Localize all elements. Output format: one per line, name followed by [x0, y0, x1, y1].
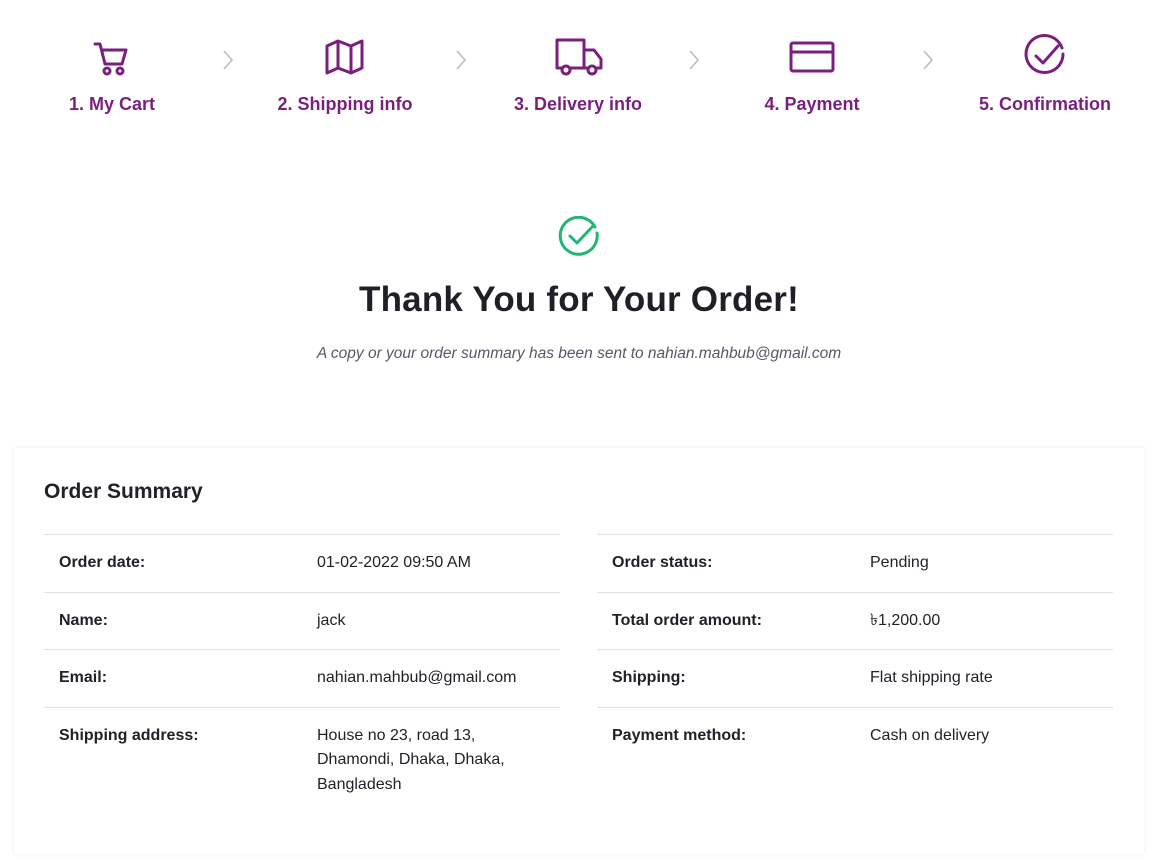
field-value: 01-02-2022 09:50 AM [302, 534, 560, 592]
order-summary-title: Order Summary [44, 480, 203, 503]
check-circle-icon [1024, 34, 1065, 74]
cart-icon [93, 42, 128, 76]
field-label: Order date: [44, 534, 302, 592]
table-row: Shipping address: House no 23, road 13, … [44, 706, 560, 813]
table-row: Payment method: Cash on delivery [597, 706, 1113, 764]
chevron-right-icon [223, 50, 234, 70]
checkout-steps: 1. My Cart 2. Shipping info 3. Delivery … [0, 34, 1158, 124]
field-label: Email: [44, 649, 302, 707]
table-row: Order status: Pending [597, 534, 1113, 592]
field-label: Shipping address: [44, 706, 302, 813]
order-summary-table-right: Order status: Pending Total order amount… [597, 534, 1113, 764]
check-circle-icon [558, 216, 599, 256]
address-line: Bangladesh [317, 775, 402, 793]
credit-card-icon [789, 41, 835, 73]
confirmation-subtitle: A copy or your order summary has been se… [316, 345, 842, 362]
step-label: 2. Shipping info [277, 94, 413, 114]
field-label: Shipping: [597, 649, 855, 707]
step-label: 3. Delivery info [513, 94, 643, 114]
step-payment[interactable]: 4. Payment [722, 34, 902, 115]
step-shipping-info[interactable]: 2. Shipping info [255, 34, 435, 115]
field-label: Total order amount: [597, 591, 855, 650]
order-summary-card: Order Summary Order date: 01-02-2022 09:… [14, 448, 1144, 854]
chevron-right-icon [456, 50, 467, 70]
address-line: House no 23, road 13, [317, 726, 476, 744]
step-my-cart[interactable]: 1. My Cart [22, 34, 202, 115]
map-icon [325, 39, 364, 75]
field-value: ৳1,200.00 [855, 591, 1113, 650]
table-row: Total order amount: ৳1,200.00 [597, 591, 1113, 650]
field-label: Name: [44, 591, 302, 650]
step-label: 5. Confirmation [978, 94, 1111, 114]
field-value: jack [302, 591, 560, 650]
table-row: Name: jack [44, 591, 560, 650]
field-label: Order status: [597, 534, 855, 592]
address-line: Dhamondi, Dhaka, Dhaka, [317, 751, 505, 768]
table-row: Email: nahian.mahbub@gmail.com [44, 649, 560, 707]
field-value: House no 23, road 13, Dhamondi, Dhaka, D… [302, 706, 560, 813]
chevron-right-icon [689, 50, 700, 70]
order-summary-table-left: Order date: 01-02-2022 09:50 AM Name: ja… [44, 534, 560, 813]
table-row: Shipping: Flat shipping rate [597, 649, 1113, 707]
field-value: Flat shipping rate [855, 649, 1113, 707]
truck-icon [555, 38, 603, 76]
table-row: Order date: 01-02-2022 09:50 AM [44, 534, 560, 592]
step-delivery-info[interactable]: 3. Delivery info [488, 34, 668, 115]
field-label: Payment method: [597, 706, 855, 764]
page-title: Thank You for Your Order! [359, 280, 799, 319]
step-label: 4. Payment [764, 94, 860, 114]
step-confirmation[interactable]: 5. Confirmation [955, 34, 1135, 115]
field-value: Pending [855, 534, 1113, 592]
chevron-right-icon [923, 50, 934, 70]
field-value: nahian.mahbub@gmail.com [302, 649, 560, 707]
field-value: Cash on delivery [855, 706, 1113, 764]
step-label: 1. My Cart [68, 94, 156, 114]
